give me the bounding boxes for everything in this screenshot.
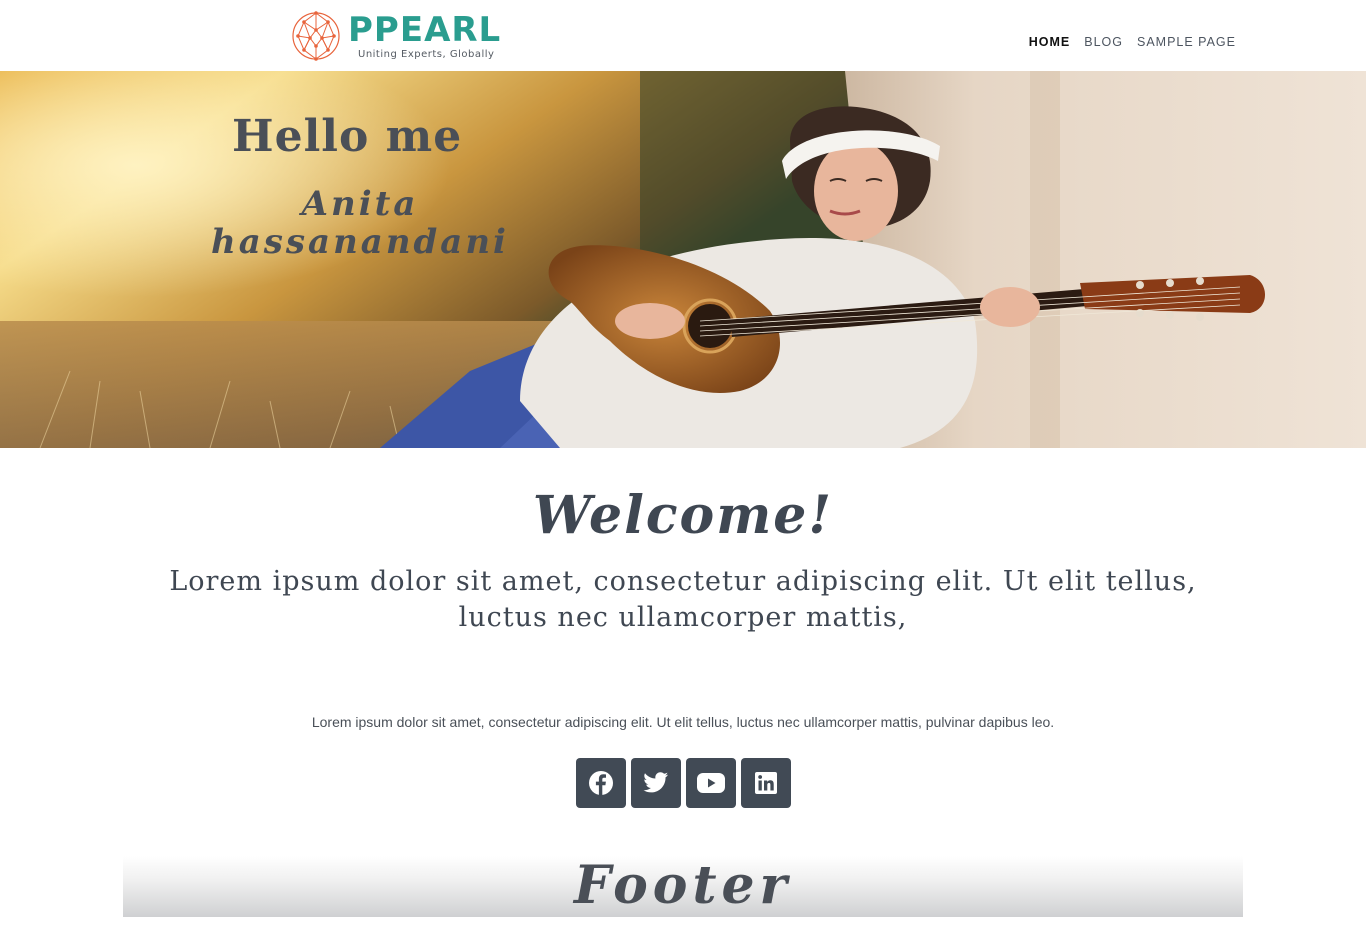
twitter-icon [643, 772, 668, 793]
nav-item-blog[interactable]: BLOG [1084, 35, 1123, 49]
main-nav: HOME BLOG SAMPLE PAGE [1029, 35, 1236, 49]
footer-title: Footer [574, 856, 792, 916]
welcome-heading: Welcome! [532, 485, 834, 546]
twitter-button[interactable] [631, 758, 681, 808]
welcome-lead-text: Lorem ipsum dolor sit amet, consectetur … [169, 566, 1197, 633]
linkedin-icon [755, 772, 777, 794]
brand-name: PPEARL [348, 10, 502, 50]
globe-network-icon [292, 11, 340, 61]
facebook-button[interactable] [576, 758, 626, 808]
site-footer: Footer [123, 856, 1243, 917]
nav-item-sample-page[interactable]: SAMPLE PAGE [1137, 35, 1236, 49]
site-logo[interactable]: PPEARL Uniting Experts, Globally [290, 9, 510, 63]
hero-title: Hello me [232, 111, 463, 162]
youtube-icon [697, 773, 725, 793]
nav-item-home[interactable]: HOME [1029, 35, 1071, 49]
site-header: PPEARL Uniting Experts, Globally HOME BL… [0, 0, 1366, 71]
brand-tagline: Uniting Experts, Globally [358, 49, 495, 60]
youtube-button[interactable] [686, 758, 736, 808]
social-links [576, 758, 791, 808]
linkedin-button[interactable] [741, 758, 791, 808]
facebook-icon [589, 771, 613, 795]
hero-banner: Hello me Anita hassanandani [0, 71, 1366, 448]
hero-subtitle: Anita hassanandani [211, 184, 509, 262]
welcome-body-text: Lorem ipsum dolor sit amet, consectetur … [311, 714, 1055, 730]
